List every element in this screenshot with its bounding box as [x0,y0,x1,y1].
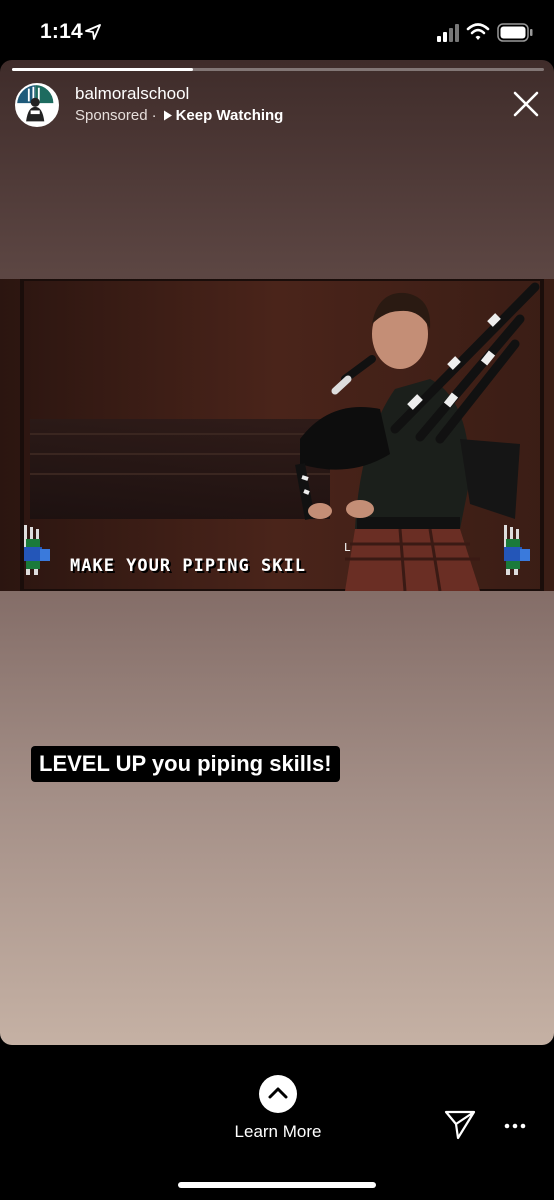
sponsored-row: Sponsored · Keep Watching [75,107,283,124]
story-progress-bar [12,68,544,71]
location-arrow-icon [85,24,101,40]
wifi-icon [466,23,490,40]
story-card[interactable]: balmoralschool Sponsored · Keep Watching [0,60,554,1045]
video-frame-illustration [0,279,554,591]
account-name[interactable]: balmoralschool [75,84,189,104]
video-caption: MAKE YOUR PIPING SKIL [70,556,306,576]
more-icon[interactable] [503,1116,527,1136]
avatar[interactable] [15,83,59,127]
play-icon [163,110,172,121]
video-caption-tail: L [344,541,351,554]
send-icon[interactable] [444,1108,476,1140]
learn-more-button[interactable]: Learn More [230,1075,326,1142]
bagpiper-logo-icon [17,85,54,122]
status-bar: 1:14 [0,0,554,60]
story-progress-fill [12,68,193,71]
sponsored-label: Sponsored [75,107,148,124]
status-time: 1:14 [40,20,83,43]
text-sticker: LEVEL UP you piping skills! [31,746,340,782]
keep-watching-link[interactable]: Keep Watching [176,107,284,124]
video-player[interactable]: MAKE YOUR PIPING SKIL L [0,279,554,591]
close-icon[interactable] [512,90,540,118]
cta-circle [259,1075,297,1113]
chevron-up-icon [268,1087,288,1099]
separator-dot: · [151,107,157,124]
learn-more-label: Learn More [234,1122,322,1141]
home-indicator[interactable] [178,1182,376,1188]
cellular-signal-icon [437,24,459,42]
battery-icon [497,23,533,42]
